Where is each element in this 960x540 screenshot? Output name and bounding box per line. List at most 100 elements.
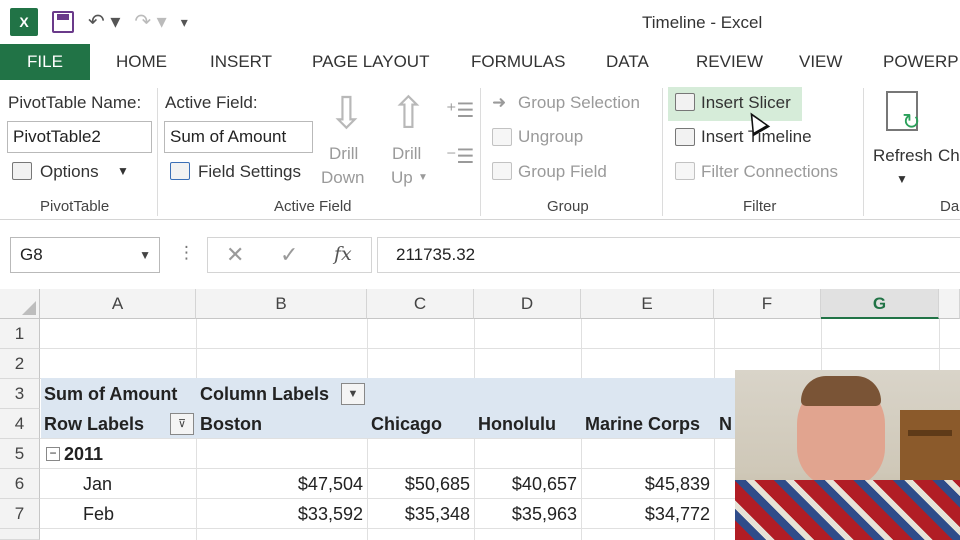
column-labels-filter-button[interactable]: ▼ — [341, 383, 365, 405]
cancel-icon[interactable]: ✕ — [226, 242, 244, 268]
pivot-header-chicago[interactable]: Chicago — [371, 409, 442, 439]
tab-view[interactable]: VIEW — [799, 44, 842, 80]
refresh-button[interactable]: Refresh — [873, 146, 933, 166]
options-icon — [12, 162, 32, 180]
active-field-label: Active Field: — [165, 93, 258, 112]
row-header-4[interactable]: 4 — [0, 409, 40, 439]
refresh-dropdown-icon[interactable]: ▼ — [896, 172, 908, 186]
formula-bar-options-icon[interactable]: ⋮ — [178, 243, 195, 263]
tab-formulas[interactable]: FORMULAS — [471, 44, 565, 80]
pivot-row-label-feb[interactable]: Feb — [83, 499, 114, 529]
select-all-button[interactable] — [0, 289, 40, 319]
window-title: Timeline - Excel — [642, 13, 763, 32]
group-label-data: Da — [940, 198, 960, 215]
pivot-column-labels[interactable]: Column Labels — [200, 379, 329, 409]
tab-review[interactable]: REVIEW — [696, 44, 763, 80]
pivottable-name-input[interactable]: PivotTable2 — [7, 121, 152, 153]
group-field-icon — [492, 162, 512, 180]
row-header-7[interactable]: 7 — [0, 499, 40, 529]
pivot-cell[interactable]: $45,839 — [581, 469, 710, 499]
pivot-cell[interactable]: $34,772 — [581, 499, 710, 529]
pivot-sum-label[interactable]: Sum of Amount — [44, 379, 177, 409]
customize-icon[interactable]: ▾ — [181, 8, 188, 36]
name-box-value: G8 — [20, 245, 43, 264]
filter-connections-button[interactable]: Filter Connections — [701, 162, 838, 182]
formula-buttons: ✕ ✓ fx — [207, 237, 372, 273]
group-label-filter: Filter — [743, 198, 777, 215]
column-header-e[interactable]: E — [581, 289, 714, 319]
drill-down-label-1[interactable]: Drill — [329, 144, 358, 164]
drill-up-label-2[interactable]: Up — [391, 168, 413, 188]
pivot-header-honolulu[interactable]: Honolulu — [478, 409, 556, 439]
ribbon-tabs: FILE HOME INSERT PAGE LAYOUT FORMULAS DA… — [0, 44, 960, 80]
pivot-cell[interactable]: $40,657 — [474, 469, 577, 499]
pivot-cell[interactable]: $35,348 — [367, 499, 470, 529]
column-header-h[interactable] — [939, 289, 960, 319]
drill-down-label-2[interactable]: Down — [321, 168, 364, 188]
pivot-row-label-jan[interactable]: Jan — [83, 469, 112, 499]
column-header-a[interactable]: A — [40, 289, 196, 319]
group-selection-button[interactable]: Group Selection — [518, 93, 640, 113]
row-header-3[interactable]: 3 — [0, 379, 40, 409]
expand-field-icon[interactable]: ⁺☰ — [446, 98, 475, 123]
column-header-c[interactable]: C — [367, 289, 474, 319]
undo-icon[interactable]: ↶ ▾ — [88, 8, 120, 36]
tab-insert[interactable]: INSERT — [210, 44, 272, 80]
pivot-header-boston[interactable]: Boston — [200, 409, 262, 439]
pivot-cell[interactable]: $47,504 — [196, 469, 363, 499]
row-header-6[interactable]: 6 — [0, 469, 40, 499]
ribbon-separator — [662, 88, 663, 216]
ribbon-separator — [480, 88, 481, 216]
row-header-8[interactable] — [0, 529, 40, 540]
tab-data[interactable]: DATA — [606, 44, 649, 80]
row-header-1[interactable]: 1 — [0, 319, 40, 349]
drill-up-dropdown-icon[interactable]: ▼ — [418, 172, 428, 183]
row-header-2[interactable]: 2 — [0, 349, 40, 379]
gridline — [40, 348, 960, 349]
excel-icon[interactable]: X — [10, 8, 38, 36]
filter-connections-icon — [675, 162, 695, 180]
collapse-icon[interactable]: − — [46, 447, 60, 461]
tab-home[interactable]: HOME — [116, 44, 167, 80]
column-header-f[interactable]: F — [714, 289, 821, 319]
save-icon[interactable] — [52, 11, 74, 33]
ribbon-separator — [157, 88, 158, 216]
column-header-d[interactable]: D — [474, 289, 581, 319]
drill-up-icon: ⇧ — [390, 89, 427, 138]
redo-icon[interactable]: ↷ ▾ — [134, 8, 166, 36]
insert-slicer-button[interactable]: Insert Slicer — [701, 93, 791, 113]
formula-bar: G8 ▼ ⋮ ✕ ✓ fx 211735.32 — [0, 221, 960, 289]
tab-powerpivot[interactable]: POWERPI — [883, 44, 960, 80]
webcam-overlay — [735, 370, 960, 540]
tab-page-layout[interactable]: PAGE LAYOUT — [312, 44, 429, 80]
column-header-b[interactable]: B — [196, 289, 367, 319]
pivot-header-n[interactable]: N — [719, 409, 732, 439]
active-field-input[interactable]: Sum of Amount — [164, 121, 313, 153]
row-labels-filter-button[interactable]: ⊽ — [170, 413, 194, 435]
name-box-dropdown-icon[interactable]: ▼ — [139, 238, 151, 272]
pivottable-name-label: PivotTable Name: — [8, 93, 142, 112]
options-button[interactable]: Options — [40, 162, 99, 182]
ungroup-button[interactable]: Ungroup — [518, 127, 583, 147]
formula-input[interactable]: 211735.32 — [377, 237, 960, 273]
enter-icon[interactable]: ✓ — [280, 242, 298, 268]
options-dropdown-icon[interactable]: ▼ — [117, 164, 129, 178]
pivot-cell[interactable]: $35,963 — [474, 499, 577, 529]
group-label-pivottable: PivotTable — [40, 198, 110, 215]
column-header-g[interactable]: G — [821, 289, 939, 319]
presenter-shirt — [735, 480, 960, 540]
name-box[interactable]: G8 ▼ — [10, 237, 160, 273]
tab-file[interactable]: FILE — [0, 44, 90, 80]
drill-up-label-1[interactable]: Drill — [392, 144, 421, 164]
group-field-button[interactable]: Group Field — [518, 162, 607, 182]
pivot-cell[interactable]: $50,685 — [367, 469, 470, 499]
pivot-year-2011[interactable]: 2011 — [64, 439, 103, 469]
insert-function-icon[interactable]: fx — [334, 243, 352, 265]
row-header-5[interactable]: 5 — [0, 439, 40, 469]
field-settings-button[interactable]: Field Settings — [198, 162, 301, 182]
pivot-header-marine-corps[interactable]: Marine Corps — [585, 409, 700, 439]
change-data-source-button[interactable]: Ch — [938, 146, 960, 166]
collapse-field-icon[interactable]: ⁻☰ — [446, 144, 475, 169]
pivot-row-labels[interactable]: Row Labels — [44, 409, 144, 439]
pivot-cell[interactable]: $33,592 — [196, 499, 363, 529]
